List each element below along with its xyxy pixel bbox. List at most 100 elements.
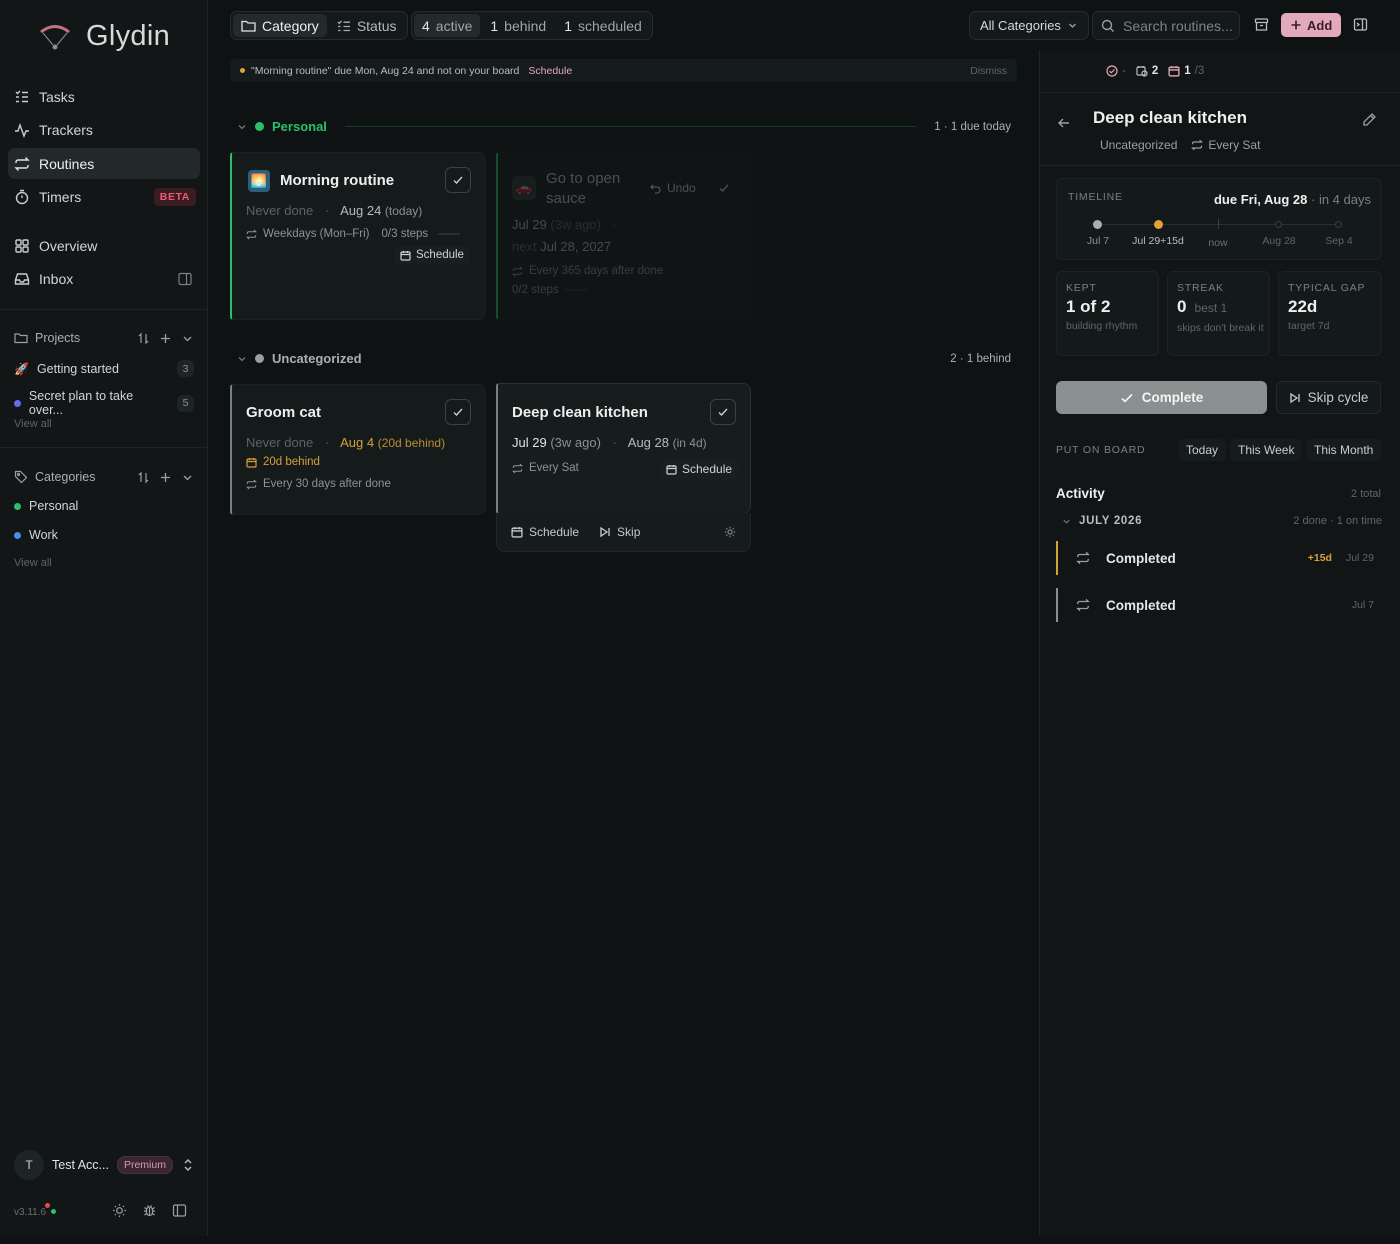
category-select[interactable]: All Categories xyxy=(969,11,1089,40)
board-this-month[interactable]: This Month xyxy=(1306,439,1382,461)
category-personal[interactable]: Personal xyxy=(14,499,194,513)
routine-card-open-sauce[interactable]: 🚗 Go to open sauce Undo Jul 29 (3w ago) ·… xyxy=(496,152,751,320)
category-color-dot xyxy=(14,531,21,539)
nav-label: Timers xyxy=(39,189,82,206)
activity-row-bar xyxy=(1056,588,1058,622)
card-title: Deep clean kitchen xyxy=(512,404,648,421)
undo-button[interactable]: Undo xyxy=(650,181,696,195)
card-schedule-button[interactable]: Schedule xyxy=(660,459,739,479)
nav-timers[interactable]: Timers BETA xyxy=(8,182,200,213)
repeat-icon xyxy=(246,229,257,240)
complete-button[interactable]: Complete xyxy=(1056,381,1267,414)
group-color-dot xyxy=(255,354,264,363)
card-repeat: Every 30 days after done xyxy=(246,478,391,490)
inbox-icon xyxy=(14,271,30,287)
steps-count: 0/3 steps xyxy=(381,228,429,240)
project-secret-plan[interactable]: Secret plan to take over... 5 xyxy=(14,389,194,417)
glider-logo-icon xyxy=(38,22,72,52)
banner-dismiss[interactable]: Dismiss xyxy=(970,65,1007,77)
activity-month: JULY 2026 xyxy=(1079,515,1143,527)
routine-card-morning[interactable]: 🌅 Morning routine Never done · Aug 24 (t… xyxy=(230,152,486,320)
search-input[interactable] xyxy=(1123,17,1233,34)
routine-repeat[interactable]: Every Sat xyxy=(1191,138,1260,152)
activity-row-bar xyxy=(1056,541,1058,575)
group-personal-header[interactable]: Personal 1 · 1 due today xyxy=(237,119,1011,134)
add-button[interactable]: Add xyxy=(1281,13,1342,37)
activity-month-header[interactable]: JULY 2026 2 done · 1 on time xyxy=(1062,515,1382,527)
folder-icon xyxy=(241,19,256,33)
sunrise-icon: 🌅 xyxy=(248,170,270,192)
archive-icon[interactable] xyxy=(1254,17,1269,32)
tasks-icon xyxy=(14,89,30,105)
nav-tasks[interactable]: Tasks xyxy=(8,81,200,112)
category-work[interactable]: Work xyxy=(14,528,194,542)
filter-behind[interactable]: 1 behind xyxy=(482,14,554,37)
timer-icon xyxy=(14,189,30,205)
group-name: Personal xyxy=(272,119,327,134)
brand[interactable]: Glydin xyxy=(38,20,170,53)
board-label: PUT ON BOARD xyxy=(1056,444,1146,456)
skip-cycle-button[interactable]: Skip cycle xyxy=(1276,381,1381,414)
group-by-category[interactable]: Category xyxy=(233,14,327,37)
plus-icon[interactable] xyxy=(159,332,172,345)
back-arrow-icon[interactable] xyxy=(1057,116,1071,130)
repeat-icon xyxy=(246,479,257,490)
routine-card-deep-clean-kitchen[interactable]: Deep clean kitchen Jul 29 (3w ago) · Aug… xyxy=(496,383,751,514)
complete-check-button[interactable] xyxy=(445,399,471,425)
group-uncategorized-header[interactable]: Uncategorized 2 · 1 behind xyxy=(237,351,1011,366)
repeat-icon xyxy=(512,266,523,277)
panel-toggle-icon[interactable] xyxy=(178,272,192,286)
divider xyxy=(0,309,207,310)
activity-delta: +15d xyxy=(1307,552,1332,564)
nav-overview[interactable]: Overview xyxy=(8,230,200,261)
filter-active[interactable]: 4 active xyxy=(414,14,481,37)
check-icon[interactable] xyxy=(718,182,730,194)
projects-view-all[interactable]: View all xyxy=(14,418,52,430)
card-schedule-button[interactable]: Schedule xyxy=(394,246,470,264)
complete-check-button[interactable] xyxy=(445,167,471,193)
sun-icon[interactable] xyxy=(112,1203,127,1218)
sort-icon[interactable] xyxy=(137,332,150,345)
categories-view-all[interactable]: View all xyxy=(14,557,52,569)
calendar-icon xyxy=(400,250,411,261)
timeline-point-done xyxy=(1093,220,1102,229)
detail-panel-toggle-icon[interactable] xyxy=(1353,17,1368,32)
chevron-down-icon[interactable] xyxy=(181,471,194,484)
card-steps: 0/2 steps xyxy=(512,284,587,296)
nav-routines[interactable]: Routines xyxy=(8,148,200,180)
sort-icon[interactable] xyxy=(137,471,150,484)
filter-scheduled[interactable]: 1 scheduled xyxy=(556,14,650,37)
card-dates: Jul 29 (3w ago) · Aug 28 (in 4d) xyxy=(512,435,707,450)
plus-icon xyxy=(1290,19,1302,31)
account-switcher[interactable]: T Test Acc... Premium xyxy=(14,1150,194,1180)
panel-stats: - 2 1/3 xyxy=(1106,65,1204,77)
chevron-down-icon[interactable] xyxy=(181,332,194,345)
routine-category[interactable]: Uncategorized xyxy=(1100,138,1177,152)
project-getting-started[interactable]: 🚀 Getting started 3 xyxy=(14,360,194,377)
routine-card-groom-cat[interactable]: Groom cat Never done · Aug 4 (20d behind… xyxy=(230,384,486,515)
timeline-box: TIMELINE due Fri, Aug 28 · in 4 days Jul… xyxy=(1056,178,1382,260)
bug-icon[interactable] xyxy=(142,1203,157,1218)
card-dates: Never done · Aug 4 (20d behind) xyxy=(246,435,446,450)
nav-trackers[interactable]: Trackers xyxy=(8,115,200,146)
complete-check-button[interactable] xyxy=(710,399,736,425)
repeat-icon xyxy=(14,156,30,172)
chevron-down-icon xyxy=(1067,20,1078,31)
group-meta: 1 · 1 due today xyxy=(934,120,1011,133)
board-today[interactable]: Today xyxy=(1178,439,1227,461)
nav-inbox[interactable]: Inbox xyxy=(8,264,200,295)
activity-row[interactable]: Completed Jul 7 xyxy=(1056,588,1382,622)
settings-gear-icon[interactable] xyxy=(724,526,736,538)
group-by-status[interactable]: Status xyxy=(329,14,405,37)
card-dates: Never done · Aug 24 (today) xyxy=(246,203,423,218)
board-this-week[interactable]: This Week xyxy=(1230,439,1303,461)
plus-icon[interactable] xyxy=(159,471,172,484)
repeat-icon xyxy=(1191,139,1204,151)
banner-schedule-link[interactable]: Schedule xyxy=(528,65,572,77)
group-meta: 2 · 1 behind xyxy=(950,352,1011,365)
activity-row[interactable]: Completed +15d Jul 29 xyxy=(1056,541,1382,575)
sidebar-toggle-icon[interactable] xyxy=(172,1203,187,1218)
edit-pencil-icon[interactable] xyxy=(1362,112,1377,127)
action-skip-button[interactable]: Skip xyxy=(599,525,640,539)
action-schedule-button[interactable]: Schedule xyxy=(511,525,579,539)
